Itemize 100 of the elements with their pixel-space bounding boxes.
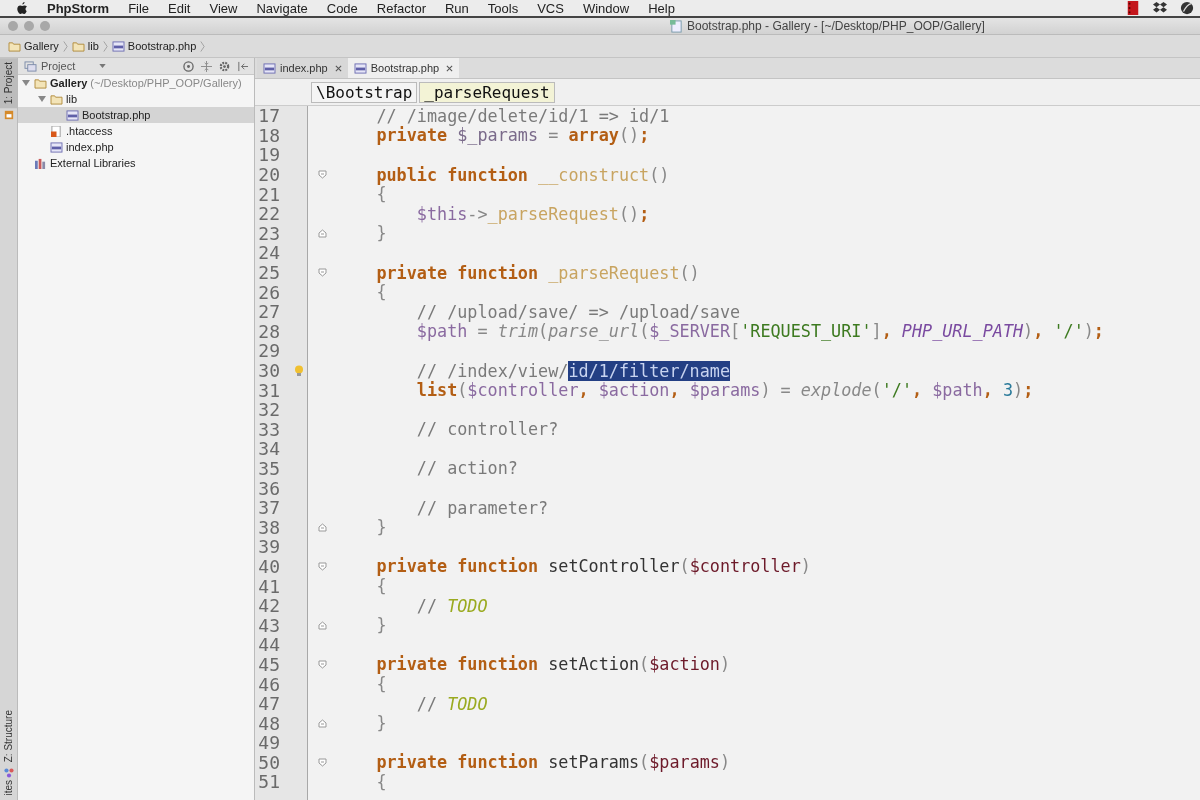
breadcrumb-item[interactable]: Gallery (8, 40, 59, 52)
code-comment: TODO (447, 693, 488, 714)
code-token: parse_url (548, 321, 640, 342)
line-number: 47 (257, 693, 280, 715)
code-comment: // parameter? (415, 497, 549, 518)
minimize-button[interactable] (24, 21, 34, 31)
collapse-icon[interactable] (201, 60, 212, 72)
dropbox-icon[interactable] (1153, 1, 1167, 15)
menu-item[interactable]: View (209, 0, 238, 16)
tree-item[interactable]: Bootstrap.php (18, 107, 254, 123)
menu-item[interactable]: Edit (168, 0, 191, 16)
tree-item[interactable]: Gallery (~/Desktop/PHP_OOP/Gallery) (18, 75, 254, 91)
code-comment: // /index/view/ (415, 360, 569, 381)
expand-arrow-icon[interactable] (38, 95, 46, 103)
code-token: , (669, 380, 681, 401)
fold-marker-icon[interactable] (318, 170, 327, 180)
window-title: Bootstrap.php - Gallery - [~/Desktop/PHP_OOP/Gallery] (687, 19, 985, 33)
line-number: 28 (257, 320, 280, 342)
close-icon[interactable] (334, 64, 342, 72)
folder-icon (34, 77, 47, 89)
editor-tab[interactable]: index.php (257, 58, 348, 78)
code-comment: // action? (415, 458, 518, 479)
breadcrumb-item[interactable]: \Bootstrap (311, 81, 418, 103)
menu-item[interactable]: VCS (537, 0, 564, 16)
project-tool-tab[interactable]: 1: Project (0, 58, 17, 109)
hide-panel-icon[interactable] (237, 60, 248, 72)
menu-item[interactable]: Navigate (256, 0, 308, 16)
fold-marker-icon[interactable] (318, 659, 327, 669)
code-token: setAction (548, 654, 640, 675)
php-file-icon (353, 62, 367, 74)
line-number: 34 (257, 438, 280, 460)
editor-tab[interactable]: Bootstrap.php (347, 58, 460, 78)
code-comment: // (415, 595, 439, 616)
expand-arrow-icon[interactable] (22, 79, 30, 87)
menu-item[interactable]: File (128, 0, 150, 16)
breadcrumb-item[interactable]: lib (71, 40, 99, 52)
menu-item[interactable]: Tools (487, 0, 519, 16)
chevron-icon (200, 39, 206, 53)
code-comment: // controller? (415, 419, 559, 440)
code-token: ) (800, 556, 811, 577)
menu-item[interactable]: Run (444, 0, 469, 16)
apple-logo-icon[interactable] (16, 1, 28, 15)
hierarchy-icon (3, 768, 14, 779)
code-token: { (375, 576, 387, 597)
film-icon[interactable] (1126, 1, 1140, 15)
file-icon (670, 19, 683, 33)
code-token: private function (375, 654, 540, 675)
code-token: 3 (1002, 380, 1014, 401)
lightbulb-icon[interactable] (294, 364, 304, 377)
fold-marker-icon[interactable] (318, 620, 327, 630)
fold-marker-icon[interactable] (318, 268, 327, 278)
close-icon[interactable] (446, 64, 454, 72)
fold-marker-icon[interactable] (318, 718, 327, 728)
tree-item[interactable]: .htaccess (18, 123, 254, 139)
fold-marker-icon[interactable] (318, 522, 327, 532)
php-file-icon (111, 40, 125, 52)
code-token: $path (932, 380, 983, 401)
tree-item[interactable]: External Libraries (18, 155, 254, 171)
line-number: 21 (257, 183, 280, 205)
zoom-button[interactable] (40, 21, 50, 31)
app-menu[interactable]: PhpStorm (47, 0, 110, 16)
target-icon[interactable] (183, 60, 194, 72)
breadcrumb-item[interactable]: Bootstrap.php (111, 40, 197, 52)
menu-item[interactable]: Help (648, 0, 675, 16)
code-token: -> (467, 203, 488, 224)
folder-icon (71, 40, 85, 52)
folder-icon (50, 93, 63, 105)
tree-item[interactable]: lib (18, 91, 254, 107)
favorites-tool-tab[interactable]: ites (3, 780, 14, 800)
code-token: ) (719, 752, 731, 773)
library-icon (34, 157, 47, 169)
code-token: ) (1083, 321, 1094, 342)
breadcrumb-item[interactable]: _parseRequest (419, 81, 555, 103)
code-token: , (578, 380, 590, 401)
fold-marker-icon[interactable] (318, 561, 327, 571)
line-number: 48 (257, 712, 280, 734)
line-number: 42 (257, 595, 280, 617)
structure-tool-tab[interactable]: Z: Structure (3, 706, 14, 767)
menu-item[interactable]: Refactor (376, 0, 426, 16)
menu-item[interactable]: Window (582, 0, 630, 16)
leaf-icon[interactable] (1180, 1, 1194, 15)
code-token: array (568, 125, 619, 146)
code-token: { (375, 184, 387, 205)
php-file-icon (66, 109, 79, 121)
code-token: ; (639, 203, 650, 224)
code-token: } (375, 517, 387, 538)
code-token: $path (415, 321, 468, 342)
line-number: 25 (257, 262, 280, 284)
code-token: ; (1023, 380, 1034, 401)
code-token: trim (497, 321, 539, 342)
menu-item[interactable]: Code (326, 0, 358, 16)
fold-marker-icon[interactable] (318, 228, 327, 238)
close-button[interactable] (8, 21, 18, 31)
selected-text: id/1/filter/name (568, 360, 731, 381)
settings-icon[interactable] (219, 60, 230, 72)
fold-marker-icon[interactable] (318, 757, 327, 767)
tree-item[interactable]: index.php (18, 139, 254, 155)
structure-icon (3, 110, 14, 121)
line-number: 40 (257, 555, 280, 577)
code-token: } (375, 713, 387, 734)
